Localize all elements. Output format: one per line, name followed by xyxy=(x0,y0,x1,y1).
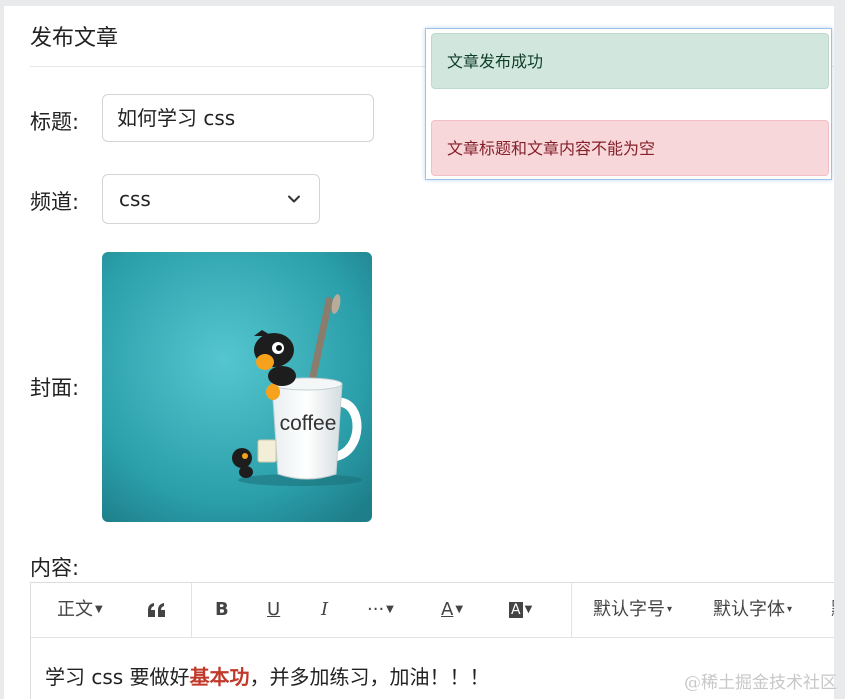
page-title: 发布文章 xyxy=(30,26,119,51)
font-family-label: 默认字体 xyxy=(713,599,785,620)
error-toast: 文章标题和文章内容不能为空 xyxy=(431,120,829,176)
watermark: @稀土掘金技术社区 xyxy=(684,673,837,693)
content-text: 学习 css 要做好 xyxy=(45,665,190,689)
editor-content[interactable]: 学习 css 要做好基本功，并多加练习，加油！！！ xyxy=(45,661,490,690)
title-label: 标题: xyxy=(30,110,80,134)
more-icon: ··· xyxy=(367,599,385,620)
toolbar-divider xyxy=(571,583,572,637)
cover-label: 封面: xyxy=(30,376,80,400)
line-height-dropdown[interactable]: 默 xyxy=(831,583,834,637)
italic-button[interactable]: I xyxy=(321,583,328,637)
font-size-dropdown[interactable]: 默认字号 ▾ xyxy=(593,583,672,637)
cup-caption: coffee xyxy=(280,412,337,435)
success-toast: 文章发布成功 xyxy=(431,33,829,89)
caret-down-icon: ▼ xyxy=(455,604,464,615)
font-color-dropdown[interactable]: A ▼ xyxy=(441,583,463,637)
content-label: 内容: xyxy=(30,556,80,580)
toast-container: 文章发布成功 文章标题和文章内容不能为空 xyxy=(425,28,832,180)
publish-article-page: 发布文章 标题: 如何学习 css 频道: css 封面: coffee 内容:… xyxy=(4,6,834,699)
line-height-label: 默 xyxy=(831,599,834,620)
font-size-label: 默认字号 xyxy=(593,599,665,620)
quote-icon xyxy=(148,603,165,617)
more-formats-dropdown[interactable]: ··· ▼ xyxy=(367,583,394,637)
coffee-cup-illustration: coffee xyxy=(102,252,372,522)
font-family-dropdown[interactable]: 默认字体 ▾ xyxy=(713,583,792,637)
toolbar-divider xyxy=(191,583,192,637)
caret-down-icon: ▼ xyxy=(386,604,394,615)
editor-toolbar: 正文 ▼ B U I ··· ▼ A ▼ A ▼ 默认字号 ▾ 默认字体 ▾ xyxy=(31,583,834,638)
paragraph-style-label: 正文 xyxy=(57,599,93,620)
channel-select[interactable]: css xyxy=(102,174,320,224)
font-color-icon: A xyxy=(441,599,454,620)
background-color-dropdown[interactable]: A ▼ xyxy=(509,583,532,637)
channel-label: 频道: xyxy=(30,190,80,214)
paragraph-style-dropdown[interactable]: 正文 ▼ xyxy=(57,583,103,637)
caret-down-icon: ▾ xyxy=(667,604,673,615)
content-text: ，并多加练习，加油！！！ xyxy=(249,665,490,689)
bold-button[interactable]: B xyxy=(215,583,229,637)
background-color-icon: A xyxy=(509,602,523,618)
quote-button[interactable] xyxy=(147,583,167,637)
content-highlight: 基本功 xyxy=(189,665,250,689)
title-input[interactable]: 如何学习 css xyxy=(102,94,374,142)
caret-down-icon: ▾ xyxy=(787,604,793,615)
cover-image[interactable]: coffee xyxy=(102,252,372,522)
underline-button[interactable]: U xyxy=(267,583,280,637)
channel-select-value: css xyxy=(119,187,151,211)
caret-down-icon: ▼ xyxy=(95,604,103,615)
caret-down-icon: ▼ xyxy=(524,604,533,615)
chevron-down-icon xyxy=(288,195,300,203)
